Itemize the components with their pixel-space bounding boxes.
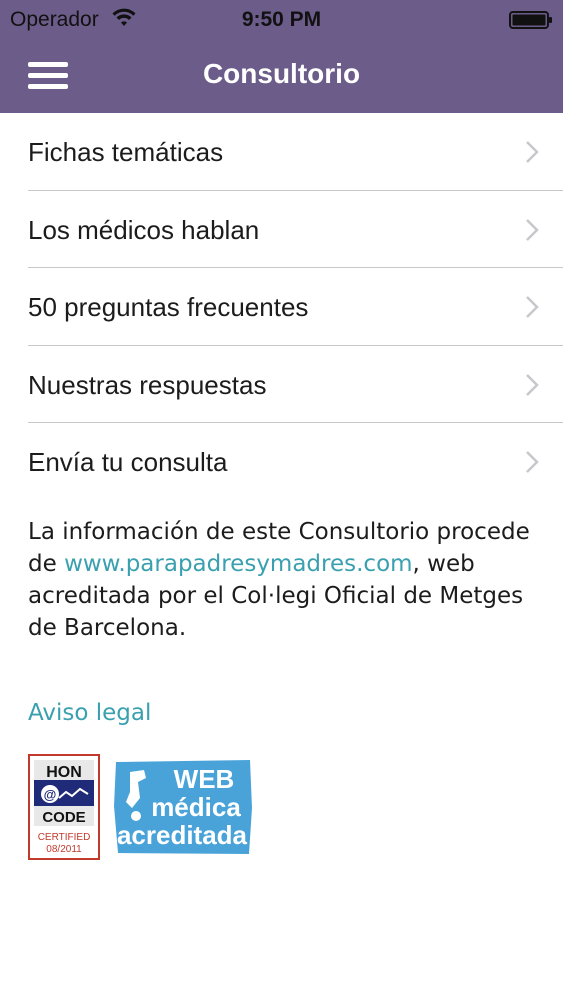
list-item-preguntas[interactable]: 50 preguntas frecuentes bbox=[0, 268, 563, 346]
svg-text:@: @ bbox=[44, 787, 57, 802]
chevron-right-icon bbox=[525, 218, 539, 247]
medica-text: médica bbox=[151, 792, 241, 822]
hon-date-text: 08/2011 bbox=[46, 844, 82, 855]
hon-top-text: HON bbox=[46, 764, 82, 781]
web-text: WEB bbox=[174, 764, 235, 794]
list-item-fichas[interactable]: Fichas temáticas bbox=[0, 113, 563, 191]
chevron-right-icon bbox=[525, 373, 539, 402]
menu-list: Fichas temáticas Los médicos hablan 50 p… bbox=[0, 113, 563, 501]
list-item-label: Fichas temáticas bbox=[28, 137, 224, 167]
acreditada-text: acreditada bbox=[117, 820, 248, 850]
list-item-consulta[interactable]: Envía tu consulta bbox=[0, 423, 563, 501]
status-bar: Operador 9:50 PM bbox=[0, 0, 563, 40]
page-title: Consultorio bbox=[202, 58, 361, 89]
chevron-right-icon bbox=[525, 450, 539, 479]
hon-bottom-text: CODE bbox=[42, 809, 85, 826]
nav-bar: Consultorio bbox=[0, 40, 563, 113]
list-item-label: Envía tu consulta bbox=[28, 447, 228, 477]
list-item-medicos[interactable]: Los médicos hablan bbox=[0, 191, 563, 268]
status-time: 9:50 PM bbox=[241, 8, 322, 31]
battery-icon bbox=[509, 11, 553, 35]
list-item-label: 50 preguntas frecuentes bbox=[28, 292, 309, 322]
list-item-label: Nuestras respuestas bbox=[28, 369, 267, 400]
hon-certified-text: CERTIFIED bbox=[38, 832, 91, 843]
list-item-respuestas[interactable]: Nuestras respuestas bbox=[0, 346, 563, 423]
website-link[interactable]: www.parapadresymadres.com bbox=[64, 551, 412, 577]
web-medica-badge[interactable]: WEB médica acreditada bbox=[112, 758, 254, 861]
app-header: Operador 9:50 PM Consultorio bbox=[0, 0, 563, 113]
chevron-right-icon bbox=[525, 140, 539, 169]
aviso-legal-link[interactable]: Aviso legal bbox=[28, 700, 151, 726]
info-paragraph: La información de este Consultorio proce… bbox=[28, 516, 548, 644]
hon-code-badge[interactable]: HON @ CODE CERTIFIED 08/2011 bbox=[28, 754, 100, 865]
chevron-right-icon bbox=[525, 295, 539, 324]
list-item-label: Los médicos hablan bbox=[28, 214, 260, 245]
